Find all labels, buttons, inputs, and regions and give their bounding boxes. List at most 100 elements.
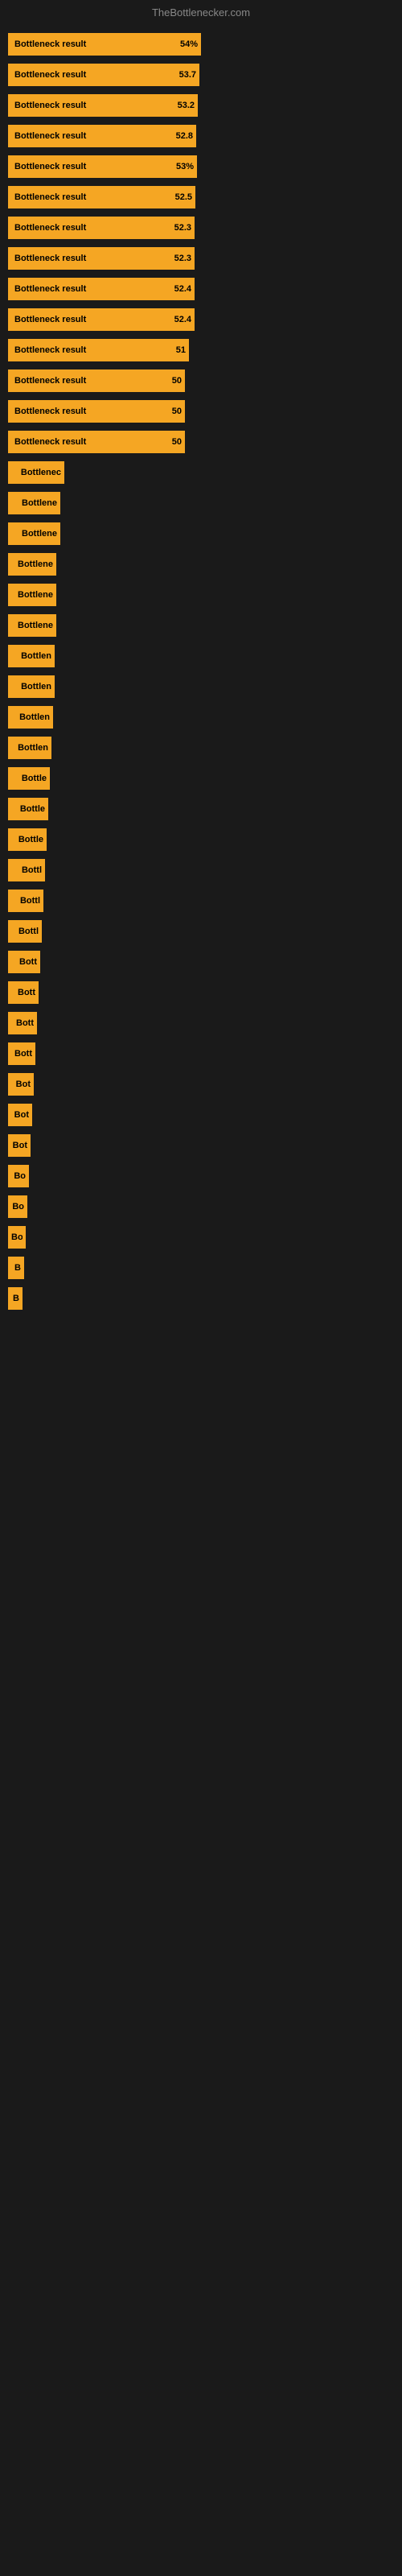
bar-fill: Bott	[8, 1012, 37, 1034]
bar-row: Bottleneck result53.7	[8, 60, 394, 89]
bar-fill: Bottlene	[8, 522, 60, 545]
bar-row: Bott	[8, 1009, 394, 1038]
bar-fill: Bo	[8, 1226, 26, 1249]
bar-row: Bottle	[8, 764, 394, 793]
bar-fill: Bottleneck result52.4	[8, 308, 195, 331]
bar-label: Bott	[19, 957, 37, 967]
bar-row: Bottleneck result51	[8, 336, 394, 365]
bar-fill: Bottleneck result53.2	[8, 94, 198, 117]
bar-row: Bottleneck result52.3	[8, 213, 394, 242]
bar-label: Bottlen	[18, 743, 48, 753]
bar-row: Bottlen	[8, 672, 394, 701]
bar-value: 52.3	[174, 254, 191, 263]
bar-fill: Bottlene	[8, 614, 56, 637]
bar-label: Bottlene	[18, 590, 53, 600]
bar-label: Bottl	[18, 927, 39, 936]
bar-label: Bottleneck result	[11, 162, 176, 171]
bar-fill: Bottleneck result52.3	[8, 247, 195, 270]
bar-label: B	[13, 1294, 19, 1303]
chart-container: Bottleneck result54% Bottleneck result53.…	[0, 22, 402, 1323]
bar-fill: Bo	[8, 1195, 27, 1218]
bar-value: 50	[172, 437, 182, 447]
bar-fill: Bottlen	[8, 737, 51, 759]
bar-fill: Bottlen	[8, 706, 53, 729]
bar-fill: Bott	[8, 951, 40, 973]
bar-fill: Bottlen	[8, 675, 55, 698]
bar-label: Bo	[14, 1171, 26, 1181]
bar-row: Bott	[8, 978, 394, 1007]
bar-fill: Bottleneck result52.4	[8, 278, 195, 300]
bar-label: Bottleneck result	[11, 254, 174, 263]
bar-label: Bottlene	[22, 529, 57, 539]
bar-row: Bottlene	[8, 519, 394, 548]
bar-row: Bottle	[8, 795, 394, 824]
bar-fill: Bottle	[8, 798, 48, 820]
bar-label: Bottleneck result	[11, 376, 172, 386]
bar-fill: Bottlene	[8, 584, 56, 606]
bar-row: Bot	[8, 1131, 394, 1160]
bar-fill: Bottl	[8, 920, 42, 943]
bar-row: Bot	[8, 1070, 394, 1099]
bar-row: Bot	[8, 1100, 394, 1129]
bar-row: Bottl	[8, 917, 394, 946]
bar-fill: Bottleneck result52.5	[8, 186, 195, 208]
bar-fill: Bottleneck result53.7	[8, 64, 199, 86]
bar-label: Bo	[12, 1202, 24, 1212]
bar-fill: Bottlene	[8, 492, 60, 514]
bar-label: Bot	[13, 1141, 27, 1150]
bar-row: Bo	[8, 1223, 394, 1252]
bar-label: Bottleneck result	[11, 101, 178, 110]
bar-fill: Bottlene	[8, 553, 56, 576]
bar-fill: Bottleneck result54%	[8, 33, 201, 56]
bar-row: Bottleneck result53%	[8, 152, 394, 181]
bar-fill: B	[8, 1257, 24, 1279]
bar-row: Bottl	[8, 856, 394, 885]
bar-row: Bottlen	[8, 703, 394, 732]
bar-row: Bott	[8, 947, 394, 976]
bar-label: B	[14, 1263, 21, 1273]
bar-label: Bottl	[20, 896, 40, 906]
bar-label: Bottlen	[21, 651, 51, 661]
bar-row: Bottlen	[8, 733, 394, 762]
bar-label: Bottleneck result	[11, 39, 180, 49]
bar-row: Bottlenec	[8, 458, 394, 487]
bar-row: Bo	[8, 1162, 394, 1191]
bar-row: Bottleneck result52.4	[8, 275, 394, 303]
bar-fill: Bottleneck result50	[8, 369, 185, 392]
bar-label: Bott	[16, 1018, 34, 1028]
bar-row: Bottleneck result52.3	[8, 244, 394, 273]
bar-fill: Bottlenec	[8, 461, 64, 484]
bar-label: Bottleneck result	[11, 223, 174, 233]
bar-label: Bottle	[22, 774, 47, 783]
header: TheBottlenecker.com	[0, 0, 402, 22]
bar-row: Bottlene	[8, 550, 394, 579]
bar-value: 52.8	[176, 131, 193, 141]
site-title: TheBottlenecker.com	[152, 6, 250, 19]
bar-row: Bottleneck result52.4	[8, 305, 394, 334]
bar-row: Bottlene	[8, 580, 394, 609]
bar-label: Bottleneck result	[11, 131, 176, 141]
bar-fill: Bottlen	[8, 645, 55, 667]
bar-row: Bottleneck result53.2	[8, 91, 394, 120]
bar-label: Bottlen	[21, 682, 51, 691]
bar-row: Bottleneck result50	[8, 366, 394, 395]
bar-label: Bottlene	[22, 498, 57, 508]
bar-fill: Bot	[8, 1073, 34, 1096]
bar-row: Bottleneck result54%	[8, 30, 394, 59]
bar-value: 53%	[176, 162, 194, 171]
bar-value: 52.5	[175, 192, 192, 202]
bar-fill: Bottleneck result53%	[8, 155, 197, 178]
bar-label: Bottleneck result	[11, 70, 179, 80]
bar-label: Bottleneck result	[11, 192, 175, 202]
bar-row: Bott	[8, 1039, 394, 1068]
bar-row: Bottlene	[8, 611, 394, 640]
bar-label: Bottlene	[18, 559, 53, 569]
bar-fill: Bott	[8, 1042, 35, 1065]
bar-fill: Bot	[8, 1134, 31, 1157]
bar-label: Bottl	[22, 865, 42, 875]
bar-label: Bot	[16, 1080, 31, 1089]
bar-fill: Bottleneck result50	[8, 400, 185, 423]
bar-fill: Bot	[8, 1104, 32, 1126]
bar-row: Bottl	[8, 886, 394, 915]
bar-fill: Bottleneck result52.3	[8, 217, 195, 239]
